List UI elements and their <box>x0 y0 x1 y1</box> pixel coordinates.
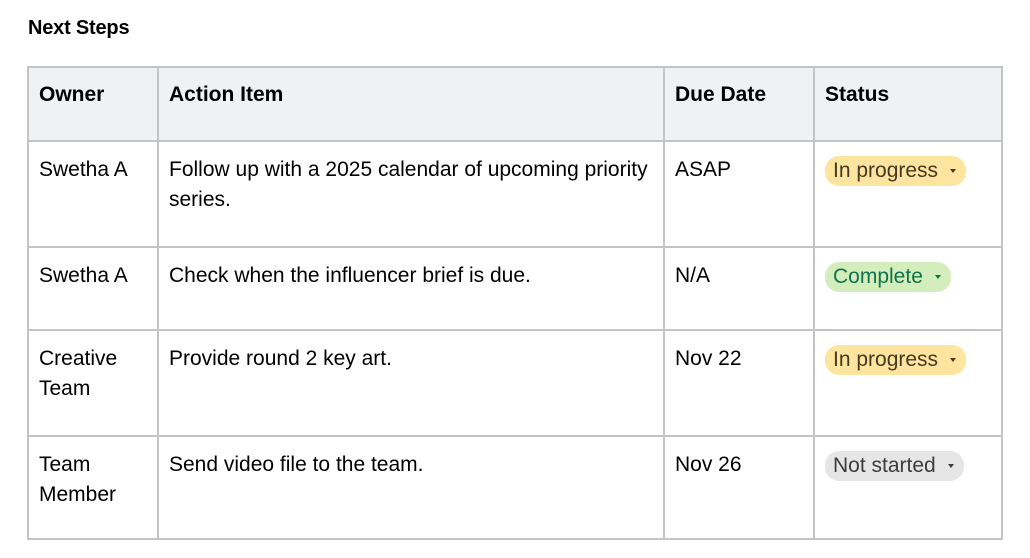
owner-cell: Swetha A <box>27 246 159 331</box>
header-action-item: Action Item <box>157 66 665 142</box>
status-dropdown[interactable]: In progress <box>825 345 967 375</box>
status-dropdown[interactable]: In progress <box>825 156 967 186</box>
due-date-cell: N/A <box>663 246 815 331</box>
dropdown-arrow-icon <box>950 358 957 362</box>
dropdown-arrow-icon <box>950 169 957 173</box>
next-steps-table: Owner Action Item Due Date Status Swetha… <box>27 66 1003 540</box>
action-item-cell: Provide round 2 key art. <box>157 329 665 437</box>
action-item-cell: Check when the influencer brief is due. <box>157 246 665 331</box>
owner-cell: Team Member <box>27 435 159 540</box>
owner-cell: Creative Team <box>27 329 159 437</box>
table-row: Swetha A Follow up with a 2025 calendar … <box>27 140 1003 248</box>
status-label: In progress <box>833 348 939 371</box>
section-title: Next Steps <box>28 17 130 39</box>
due-date-cell: Nov 22 <box>663 329 815 437</box>
status-cell: In progress <box>813 329 1003 437</box>
table-header-row: Owner Action Item Due Date Status <box>27 66 1003 142</box>
table-row: Swetha A Check when the influencer brief… <box>27 246 1003 331</box>
table-row: Team Member Send video file to the team.… <box>27 435 1003 540</box>
owner-cell: Swetha A <box>27 140 159 248</box>
status-label: In progress <box>833 159 939 182</box>
status-cell: Complete <box>813 246 1003 331</box>
action-item-cell: Follow up with a 2025 calendar of upcomi… <box>157 140 665 248</box>
status-label: Complete <box>833 265 923 288</box>
due-date-cell: Nov 26 <box>663 435 815 540</box>
status-label: Not started <box>833 454 936 477</box>
status-cell: In progress <box>813 140 1003 248</box>
due-date-cell: ASAP <box>663 140 815 248</box>
dropdown-arrow-icon <box>947 464 954 468</box>
header-status: Status <box>813 66 1003 142</box>
header-due-date: Due Date <box>663 66 815 142</box>
status-dropdown[interactable]: Complete <box>825 262 951 292</box>
status-cell: Not started <box>813 435 1003 540</box>
action-item-cell: Send video file to the team. <box>157 435 665 540</box>
dropdown-arrow-icon <box>934 275 941 279</box>
header-owner: Owner <box>27 66 159 142</box>
table-row: Creative Team Provide round 2 key art. N… <box>27 329 1003 437</box>
status-dropdown[interactable]: Not started <box>825 451 964 481</box>
